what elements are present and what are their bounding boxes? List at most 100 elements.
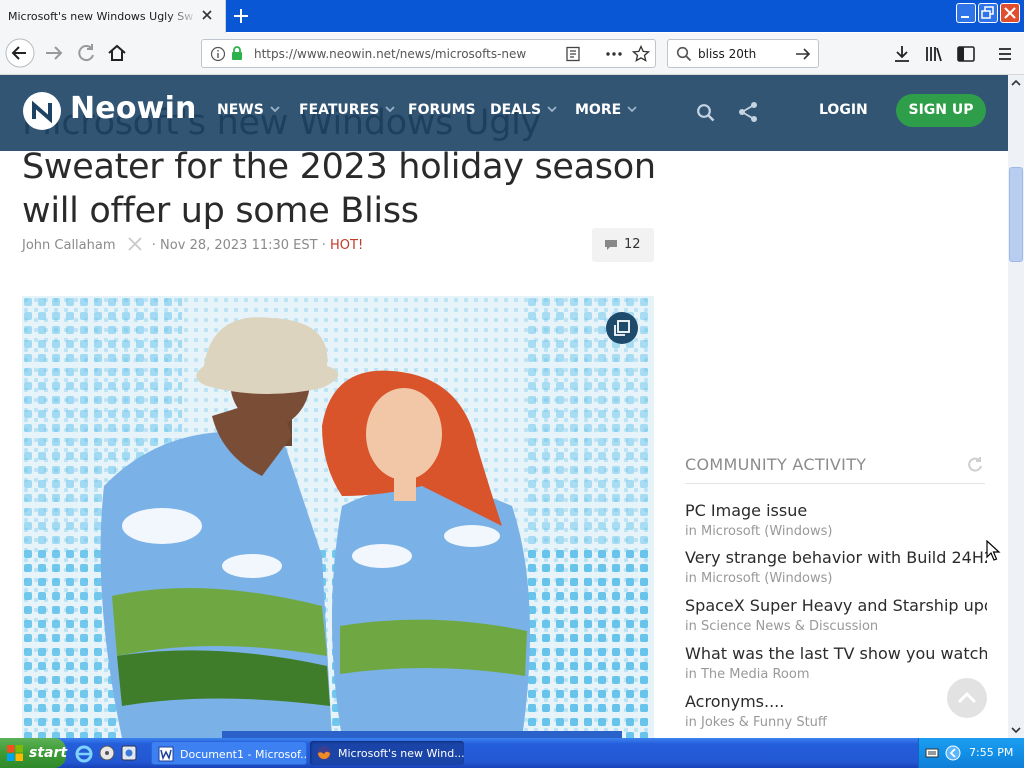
activity-item[interactable]: PC Image issue in Microsoft (Windows) [685, 501, 987, 539]
comments-button[interactable]: 12 [592, 228, 654, 262]
task-label: Microsoft's new Wind... [338, 747, 464, 760]
nav-label: FEATURES [299, 102, 380, 118]
info-icon[interactable] [210, 46, 226, 62]
lock-icon [232, 46, 242, 60]
activity-title[interactable]: What was the last TV show you watch... [685, 644, 987, 663]
scroll-up-arrow-icon[interactable] [1008, 75, 1024, 91]
page-scrollbar[interactable] [1008, 75, 1024, 738]
activity-forum[interactable]: in Microsoft (Windows) [685, 571, 987, 586]
browser-toolbar: https://www.neowin.net/news/microsofts-n… [0, 33, 1024, 75]
activity-item[interactable]: What was the last TV show you watch... i… [685, 644, 987, 682]
search-bar[interactable]: bliss 20th [667, 39, 819, 68]
word-document-icon [158, 746, 174, 762]
nav-more[interactable]: MORE [575, 102, 637, 118]
activity-title[interactable]: SpaceX Super Heavy and Starship upd... [685, 596, 987, 615]
article-hero-image[interactable] [22, 296, 654, 738]
comment-icon [605, 240, 617, 250]
library-icon[interactable] [924, 44, 944, 64]
site-header: Neowin NEWS FEATURES FORUMS DEALS MORE L… [0, 75, 1008, 151]
nav-features[interactable]: FEATURES [299, 102, 395, 118]
share-icon[interactable] [737, 101, 759, 123]
activity-forum[interactable]: in Jokes & Funny Stuff [685, 715, 987, 730]
scrollbar-thumb[interactable] [1009, 167, 1023, 262]
search-go-arrow-icon[interactable] [794, 46, 812, 62]
minimize-button[interactable] [956, 3, 976, 23]
x-twitter-icon[interactable] [128, 237, 142, 251]
chevron-down-icon [385, 106, 395, 112]
restore-button[interactable] [978, 3, 998, 23]
activity-forum[interactable]: in The Media Room [685, 667, 987, 682]
tray-expand-icon[interactable] [945, 745, 961, 761]
system-clock[interactable]: 7:55 PM [969, 746, 1013, 759]
expand-image-button[interactable] [606, 312, 638, 344]
new-tab-icon[interactable] [231, 6, 251, 26]
comment-count: 12 [624, 237, 641, 252]
chevron-down-icon [627, 106, 637, 112]
author-link[interactable]: John Callaham [22, 238, 116, 253]
activity-title[interactable]: Acronyms.... [685, 692, 987, 711]
media-player-icon[interactable] [97, 743, 117, 763]
activity-item[interactable]: Acronyms.... in Jokes & Funny Stuff [685, 692, 987, 730]
hot-badge: HOT! [330, 238, 364, 253]
chevron-down-icon [547, 106, 557, 112]
messenger-icon[interactable] [119, 743, 139, 763]
search-icon[interactable] [696, 103, 716, 123]
sidebar-toggle-icon[interactable] [956, 44, 976, 64]
nav-news[interactable]: NEWS [217, 102, 280, 118]
expand-icon [614, 320, 630, 336]
activity-item[interactable]: Very strange behavior with Build 24H2 in… [685, 548, 987, 586]
nav-forums[interactable]: FORUMS [408, 102, 476, 118]
tab-title-fade [168, 2, 198, 30]
search-input-value: bliss 20th [698, 47, 757, 61]
start-label: start [29, 745, 68, 761]
community-activity-heading: COMMUNITY ACTIVITY [685, 455, 867, 474]
bookmark-star-icon[interactable] [632, 45, 650, 63]
close-window-button[interactable] [1000, 3, 1020, 23]
firefox-icon [317, 746, 331, 760]
activity-title[interactable]: Very strange behavior with Build 24H2 [685, 548, 987, 567]
scroll-to-top-button[interactable] [947, 678, 987, 718]
windows-flag-icon [7, 745, 23, 761]
activity-title[interactable]: PC Image issue [685, 501, 987, 520]
taskbar-item-word[interactable]: Document1 - Microsof... [151, 741, 307, 765]
keyboard-icon[interactable] [925, 746, 939, 760]
refresh-icon[interactable] [966, 455, 984, 473]
login-link[interactable]: LOGIN [819, 102, 868, 118]
taskbar-item-firefox[interactable]: Microsoft's new Wind... [310, 741, 464, 765]
hero-photo [22, 296, 654, 738]
home-icon[interactable] [101, 37, 133, 69]
back-arrow-icon[interactable] [4, 37, 36, 69]
url-text: https://www.neowin.net/news/microsofts-n… [254, 47, 527, 61]
page-actions-icon[interactable] [605, 46, 623, 62]
nav-label: DEALS [490, 102, 542, 118]
taskbar: start Document1 - Microsof... Microsoft'… [0, 738, 1024, 768]
activity-item[interactable]: SpaceX Super Heavy and Starship upd... i… [685, 596, 987, 634]
tab-title: Microsoft's new Windows Ugly Sweater [8, 10, 194, 23]
reader-view-icon[interactable] [565, 46, 581, 62]
url-bar[interactable]: https://www.neowin.net/news/microsofts-n… [201, 39, 656, 68]
signup-button[interactable]: SIGN UP [896, 94, 986, 127]
scroll-down-arrow-icon[interactable] [1008, 722, 1024, 738]
internet-explorer-icon[interactable] [74, 743, 94, 763]
nav-label: NEWS [217, 102, 264, 118]
browser-titlebar: Microsoft's new Windows Ugly Sweater [0, 0, 1024, 33]
page-content: Microsoft's new Windows Ugly Sweater for… [0, 75, 1008, 738]
browser-tab[interactable]: Microsoft's new Windows Ugly Sweater [0, 0, 226, 33]
heading-divider [685, 483, 985, 484]
neowin-logo-icon[interactable] [22, 91, 62, 131]
article-meta: John Callaham · Nov 28, 2023 11:30 EST ·… [22, 237, 363, 253]
close-tab-icon[interactable] [200, 8, 214, 22]
activity-forum[interactable]: in Science News & Discussion [685, 619, 987, 634]
hamburger-menu-icon[interactable] [995, 44, 1015, 64]
downloads-icon[interactable] [892, 44, 912, 64]
forward-arrow-icon[interactable] [38, 37, 70, 69]
activity-forum[interactable]: in Microsoft (Windows) [685, 524, 987, 539]
restore-icon [981, 6, 994, 19]
nav-deals[interactable]: DEALS [490, 102, 557, 118]
reload-icon[interactable] [70, 37, 102, 69]
minimize-icon [961, 16, 969, 18]
system-tray: 7:55 PM [918, 738, 1024, 768]
start-button[interactable]: start [0, 738, 68, 768]
site-logo-text[interactable]: Neowin [70, 91, 197, 126]
chevron-up-icon [957, 691, 977, 704]
